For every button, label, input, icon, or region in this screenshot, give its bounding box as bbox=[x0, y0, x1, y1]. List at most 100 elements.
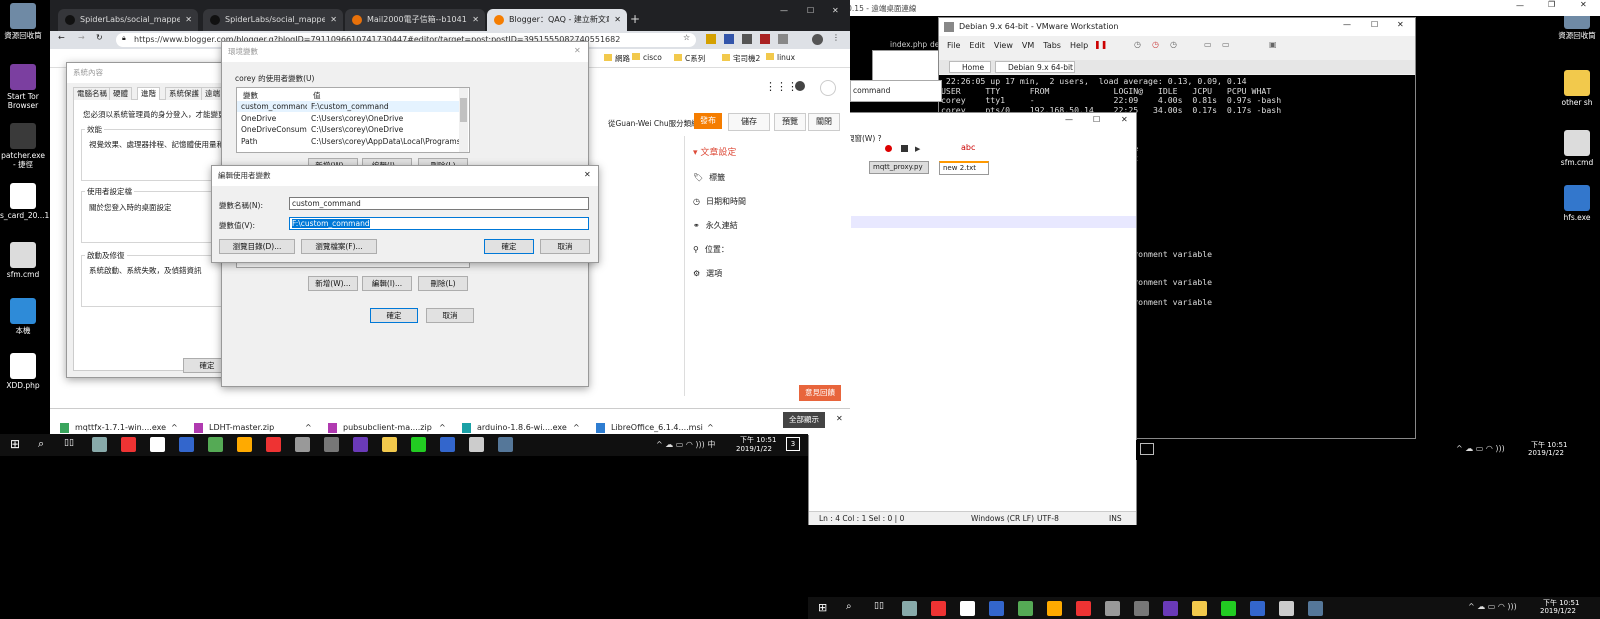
tab-mqtt-proxy[interactable]: mqtt_proxy.py bbox=[869, 161, 929, 174]
system-new-button[interactable]: 新增(W)... bbox=[308, 276, 358, 291]
extension-icon[interactable] bbox=[760, 34, 770, 44]
column-variable[interactable]: 變數 bbox=[243, 90, 258, 101]
tab-3[interactable]: 系統保護 bbox=[165, 87, 203, 100]
system-delete-button[interactable]: 刪除(L) bbox=[418, 276, 468, 291]
table-row[interactable]: custom_command F:\custom_command bbox=[237, 101, 459, 112]
edit-cancel-button[interactable]: 取消 bbox=[540, 239, 590, 254]
start-icon[interactable]: ⊞ bbox=[818, 601, 827, 614]
taskbar-app-icon[interactable] bbox=[150, 437, 165, 452]
variable-value-input[interactable]: F:\custom_command bbox=[289, 217, 589, 230]
taskbar-app-icon[interactable] bbox=[92, 437, 107, 452]
bookmark-folder[interactable]: 網路 bbox=[604, 53, 630, 64]
desktop-icon[interactable]: Start Tor Browser bbox=[0, 64, 46, 110]
taskbar-app-icon[interactable] bbox=[295, 437, 310, 452]
desktop-icon[interactable]: hfs.exe bbox=[1554, 185, 1600, 222]
variable-name-input[interactable]: custom_command bbox=[289, 197, 589, 210]
tab-new-2[interactable]: new 2.txt bbox=[939, 161, 989, 175]
table-row[interactable]: OneDriveConsum... C:\Users\corey\OneDrive bbox=[237, 124, 459, 135]
maximize-icon[interactable]: ☐ bbox=[807, 6, 814, 15]
account-avatar[interactable] bbox=[820, 80, 836, 96]
browser-tab[interactable]: Mail2000電子信箱--b10413030 ✕ bbox=[345, 9, 485, 31]
extension-icon[interactable] bbox=[706, 34, 716, 44]
snapshot-icon[interactable]: ◷ bbox=[1134, 40, 1141, 49]
taskbar-app-icon[interactable] bbox=[324, 437, 339, 452]
settings-item[interactable]: 🏷︎ 標籤 bbox=[693, 172, 725, 183]
taskbar-app-icon[interactable] bbox=[469, 437, 484, 452]
restore-icon[interactable]: ❐ bbox=[1548, 0, 1555, 9]
apps-grid-icon[interactable]: ⋮⋮⋮ bbox=[765, 80, 798, 93]
close-icon[interactable]: ✕ bbox=[574, 46, 581, 55]
tab-close-icon[interactable]: ✕ bbox=[472, 9, 479, 31]
tab-1[interactable]: 硬體 bbox=[109, 87, 132, 100]
tab-close-icon[interactable]: ✕ bbox=[185, 9, 192, 31]
vmware-menu-item[interactable]: Help bbox=[1070, 41, 1088, 50]
revert-icon[interactable]: ◷ bbox=[1152, 40, 1159, 49]
close-icon[interactable]: ✕ bbox=[1580, 0, 1587, 9]
user-variables-list[interactable]: 變數 值 custom_command F:\custom_command OneD… bbox=[236, 87, 470, 153]
minimize-icon[interactable]: — bbox=[780, 6, 788, 15]
taskbar-app-icon[interactable] bbox=[1047, 601, 1062, 616]
browser-tab[interactable]: SpiderLabs/social_mapper: A S ✕ bbox=[58, 9, 198, 31]
close-icon[interactable]: ✕ bbox=[1121, 115, 1128, 124]
stop-icon[interactable] bbox=[901, 145, 908, 152]
taskbar-app-icon[interactable] bbox=[1279, 601, 1294, 616]
taskbar-app-icon[interactable] bbox=[121, 437, 136, 452]
preview-button[interactable]: 預覽 bbox=[774, 113, 806, 131]
fullscreen-icon[interactable]: ▭ bbox=[1204, 40, 1212, 49]
console-icon[interactable] bbox=[1140, 443, 1154, 455]
extension-icon[interactable] bbox=[778, 34, 788, 44]
taskbar-app-icon[interactable] bbox=[411, 437, 426, 452]
minimize-icon[interactable]: — bbox=[1343, 20, 1351, 29]
profile-avatar[interactable] bbox=[812, 34, 823, 45]
publish-button[interactable]: 發布 bbox=[694, 113, 722, 129]
manager-icon[interactable]: ◷ bbox=[1170, 40, 1177, 49]
unity-icon[interactable]: ▭ bbox=[1222, 40, 1230, 49]
minimize-icon[interactable]: — bbox=[1516, 1, 1524, 10]
menu-icon[interactable]: ⋮ bbox=[832, 33, 840, 42]
taskbar-app-icon[interactable] bbox=[1134, 601, 1149, 616]
env-cancel-button[interactable]: 取消 bbox=[426, 308, 474, 323]
desktop-icon[interactable]: sfm.cmd bbox=[1554, 130, 1600, 167]
taskbar-app-icon[interactable] bbox=[1163, 601, 1178, 616]
search-icon[interactable]: ⌕ bbox=[846, 601, 852, 612]
desktop-icon[interactable]: 資源回收筒 bbox=[0, 3, 46, 40]
vmware-menu-item[interactable]: VM bbox=[1022, 41, 1034, 50]
env-ok-button[interactable]: 確定 bbox=[370, 308, 418, 323]
desktop-icon[interactable]: XDD.php bbox=[0, 353, 46, 390]
task-view-icon[interactable]: ▯▯ bbox=[874, 601, 884, 611]
taskbar-app-icon[interactable] bbox=[266, 437, 281, 452]
taskbar-app-icon[interactable] bbox=[208, 437, 223, 452]
scrollbar-thumb[interactable] bbox=[460, 98, 467, 122]
settings-item[interactable]: ⚙ 選項 bbox=[693, 268, 722, 279]
save-button[interactable]: 儲存 bbox=[728, 113, 770, 131]
show-all-downloads-button[interactable]: 全部顯示 bbox=[783, 412, 825, 428]
tab-0[interactable]: 電腦名稱 bbox=[73, 87, 111, 100]
vmware-menu-item[interactable]: Tabs bbox=[1043, 41, 1061, 50]
maximize-icon[interactable]: ☐ bbox=[1093, 115, 1100, 124]
bookmark-folder[interactable]: linux bbox=[766, 53, 795, 62]
close-icon[interactable]: ✕ bbox=[1397, 20, 1404, 29]
close-icon[interactable]: ✕ bbox=[584, 170, 591, 179]
table-row[interactable]: Path C:\Users\corey\AppData\Local\Program… bbox=[237, 136, 459, 147]
desktop-icon[interactable]: sfm.cmd bbox=[0, 242, 46, 279]
taskbar-app-icon[interactable] bbox=[1018, 601, 1033, 616]
taskbar-app-icon[interactable] bbox=[1308, 601, 1323, 616]
taskbar-app-icon[interactable] bbox=[1105, 601, 1120, 616]
taskbar-app-icon[interactable] bbox=[960, 601, 975, 616]
tab-close-icon[interactable]: ✕ bbox=[330, 9, 337, 31]
new-tab-button[interactable]: + bbox=[630, 12, 640, 26]
notification-badge[interactable]: 3 bbox=[786, 437, 800, 451]
bookmark-folder[interactable]: 宅司機2 bbox=[722, 53, 760, 64]
taskbar-app-icon[interactable] bbox=[931, 601, 946, 616]
settings-item[interactable]: ⚲ 位置： bbox=[693, 244, 729, 255]
browser-tab[interactable]: SpiderLabs/social_mapper: A S ✕ bbox=[203, 9, 343, 31]
settings-item[interactable]: ⚭ 永久連結 bbox=[693, 220, 738, 231]
column-value[interactable]: 值 bbox=[313, 90, 321, 101]
taskbar-app-icon[interactable] bbox=[382, 437, 397, 452]
taskbar-app-icon[interactable] bbox=[237, 437, 252, 452]
play-icon[interactable]: ▶ bbox=[915, 145, 920, 153]
feedback-button[interactable]: 意見回饋 bbox=[799, 385, 841, 401]
taskbar-app-icon[interactable] bbox=[179, 437, 194, 452]
vmware-menu-item[interactable]: View bbox=[994, 41, 1013, 50]
console-icon[interactable]: ▣ bbox=[1269, 40, 1277, 49]
